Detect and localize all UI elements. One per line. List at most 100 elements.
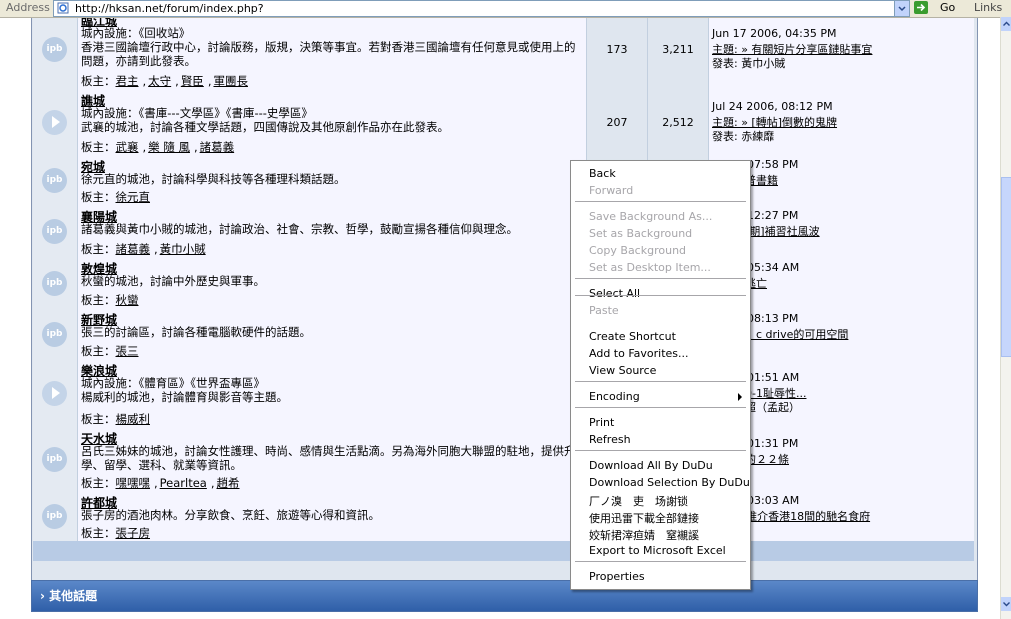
forum-description: 城內設施：《體育區》《世界盃專區》 <box>81 376 265 390</box>
forum-row: ipb 臨江城 城內設施：《回收站》 香港三國論壇行政中心，討論版務，版規，決策等事宜… <box>33 18 974 91</box>
forum-description: 呂氏三姊妹的城池，討論女性護理、時尚、感情與生活點滴。另為海外同胞大聯盟的駐地，… <box>81 444 576 472</box>
menu-item-forward: Forward <box>589 184 634 197</box>
last-post-date: Jul 24 2006, 08:12 PM <box>712 100 833 113</box>
forum-description: 城內設施：《書庫---文學區》《書庫---史學區》 <box>81 106 313 120</box>
forum-description: 徐元直的城池，討論科學與科技等各種理科類話題。 <box>81 172 346 186</box>
last-post-author[interactable]: 發表: 黃巾小賊 <box>712 55 785 71</box>
menu-item-garbled-item-1[interactable]: 厂ノ溴 吏 场謝锁 <box>589 493 688 509</box>
address-dropdown-button[interactable] <box>894 1 909 16</box>
category-title[interactable]: › 其他話題 <box>40 587 97 604</box>
forum-no-new-posts-icon: ipb <box>42 322 67 347</box>
moderator-link[interactable]: 武襄 <box>116 140 139 154</box>
forum-moderators: 板主：楊威利 <box>81 411 154 427</box>
last-post-author[interactable]: 發表: 赤練靡 <box>712 128 774 144</box>
forum-posts-cell: 2,512 <box>648 90 709 156</box>
topic-count: 173 <box>606 43 628 56</box>
forum-moderators: 板主：張子房 <box>81 525 154 541</box>
menu-item-download-selection-dudu[interactable]: Download Selection By DuDu <box>589 476 750 489</box>
moderator-link[interactable]: 秋蠻 <box>116 293 139 307</box>
menu-separator <box>575 561 746 562</box>
address-bar: Address http://hksan.net/forum/index.php… <box>0 0 1011 18</box>
forum-description: 張三的討論區，討論各種電腦軟硬件的話題。 <box>81 325 311 339</box>
forum-row: ipb 新野城 張三的討論區，討論各種電腦軟硬件的話題。 板主：張三 2006, 08:… <box>33 309 974 361</box>
moderators-label: 板主： <box>81 344 116 358</box>
moderator-link[interactable]: 君主 <box>116 74 139 88</box>
menu-item-encoding[interactable]: Encoding <box>589 390 640 403</box>
forum-info-cell: 宛城 徐元直的城池，討論科學與科技等各種理科類話題。 板主：徐元直 <box>78 156 587 206</box>
menu-item-properties[interactable]: Properties <box>589 570 645 583</box>
scroll-up-button[interactable] <box>1001 17 1011 31</box>
moderator-link[interactable]: 黃巾小賊 <box>160 242 206 256</box>
forum-no-new-posts-icon: ipb <box>42 168 67 193</box>
moderator-link[interactable]: 張子房 <box>116 526 151 540</box>
forum-moderators: 板主：嘿嘿嘿, Pearltea, 趙希 <box>81 476 240 490</box>
moderators-label: 板主： <box>81 476 116 490</box>
forum-no-new-posts-icon: ipb <box>42 219 67 244</box>
forum-row: ipb 敦煌城 秋蠻的城池，討論中外歷史與軍事。 板主：秋蠻 2006, 05:34 A… <box>33 258 974 310</box>
forum-row: 樂浪城 城內設施：《體育區》《世界盃專區》 楊威利的城池，討論體育與影音等主題。 板主… <box>33 360 974 429</box>
moderator-link[interactable]: 嘿嘿嘿 <box>116 476 151 490</box>
links-button[interactable]: Links <box>974 1 1002 14</box>
chevron-down-icon <box>1003 602 1010 607</box>
menu-item-export-to-excel[interactable]: Export to Microsoft Excel <box>589 544 726 557</box>
forum-info-cell: 敦煌城 秋蠻的城池，討論中外歷史與軍事。 板主：秋蠻 <box>78 258 587 309</box>
address-url[interactable]: http://hksan.net/forum/index.php? <box>75 2 264 15</box>
forum-status-cell <box>33 90 78 156</box>
moderator-link[interactable]: 太守 <box>148 74 171 88</box>
menu-item-thunder-download-all[interactable]: 使用迅雷下載全部鏈接 <box>589 510 699 526</box>
moderators-label: 板主： <box>81 190 116 204</box>
moderator-link[interactable]: 樂 隨 風 <box>148 140 190 154</box>
forum-no-new-posts-icon: ipb <box>42 271 67 296</box>
moderator-link[interactable]: Pearltea <box>160 476 207 490</box>
scroll-thumb[interactable] <box>1001 177 1011 357</box>
moderator-link[interactable]: 諸葛義 <box>200 140 235 154</box>
moderator-link[interactable]: 賢臣 <box>181 74 204 88</box>
menu-item-back[interactable]: Back <box>589 167 616 180</box>
forum-description: 武襄的城池，討論各種文學話題，四國傳說及其他原創作品亦在此發表。 <box>81 120 449 134</box>
moderator-link[interactable]: 趙希 <box>217 476 240 490</box>
forum-row: ipb 宛城 徐元直的城池，討論科學與科技等各種理科類話題。 板主：徐元直 2006, … <box>33 156 974 207</box>
chevron-up-icon <box>1003 21 1010 26</box>
menu-separator <box>575 201 746 202</box>
forum-moderators: 板主：武襄, 樂 隨 風, 諸葛義 <box>81 140 235 154</box>
moderators-label: 板主： <box>81 74 116 88</box>
forum-moderators: 板主：君主, 太守, 賢臣, 軍團長 <box>81 74 248 88</box>
forum-moderators: 板主：諸葛義, 黃巾小賊 <box>81 242 206 256</box>
address-input[interactable]: http://hksan.net/forum/index.php? <box>53 0 910 17</box>
forum-no-new-posts-icon: ipb <box>42 447 67 472</box>
forum-topics-cell: 173 <box>587 18 648 90</box>
ie-page-icon <box>57 2 69 14</box>
menu-item-paste: Paste <box>589 304 619 317</box>
forum-info-cell: 臨江城 城內設施：《回收站》 香港三國論壇行政中心，討論版務，版規，決策等事宜。若對… <box>78 18 587 90</box>
forum-description: 秋蠻的城池，討論中外歷史與軍事。 <box>81 274 265 288</box>
menu-separator <box>575 450 746 451</box>
forum-no-new-posts-icon: ipb <box>42 504 67 529</box>
menu-item-select-all[interactable]: Select All <box>589 287 640 300</box>
menu-item-download-all-dudu[interactable]: Download All By DuDu <box>589 459 713 472</box>
forum-status-cell: ipb <box>33 258 78 309</box>
menu-separator <box>575 381 746 382</box>
moderator-link[interactable]: 楊威利 <box>116 412 151 426</box>
forum-info-cell: 譙城 城內設施：《書庫---文學區》《書庫---史學區》 武襄的城池，討論各種文學話… <box>78 90 587 156</box>
moderator-link[interactable]: 諸葛義 <box>116 242 151 256</box>
forum-row: ipb 天水城 呂氏三姊妹的城池，討論女性護理、時尚、感情與生活點滴。另為海外同胞大… <box>33 428 974 493</box>
forum-status-cell: ipb <box>33 309 78 360</box>
menu-item-add-to-favorites[interactable]: Add to Favorites... <box>589 347 689 360</box>
menu-separator <box>575 278 746 279</box>
menu-item-view-source[interactable]: View Source <box>589 364 656 377</box>
category-header-other[interactable]: › 其他話題 <box>31 580 978 612</box>
menu-item-garbled-item-2[interactable]: 姣斩捃滓疸婧 窒襯謑 <box>589 527 699 543</box>
moderator-link[interactable]: 張三 <box>116 344 139 358</box>
menu-item-refresh[interactable]: Refresh <box>589 433 631 446</box>
forum-description: 諸葛義與黃巾小賊的城池，討論政治、社會、宗教、哲學，鼓勵宣揚各種信仰與理念。 <box>81 222 518 236</box>
go-button[interactable]: Go <box>940 1 955 14</box>
menu-item-print[interactable]: Print <box>589 416 614 429</box>
vertical-scrollbar[interactable] <box>1000 17 1011 619</box>
moderator-link[interactable]: 軍團長 <box>213 74 248 88</box>
moderators-label: 板主： <box>81 140 116 154</box>
menu-item-create-shortcut[interactable]: Create Shortcut <box>589 330 676 343</box>
go-arrow-icon[interactable] <box>914 1 928 14</box>
forum-topics-cell: 207 <box>587 90 648 156</box>
scroll-down-button[interactable] <box>1001 597 1011 611</box>
moderator-link[interactable]: 徐元直 <box>116 190 151 204</box>
